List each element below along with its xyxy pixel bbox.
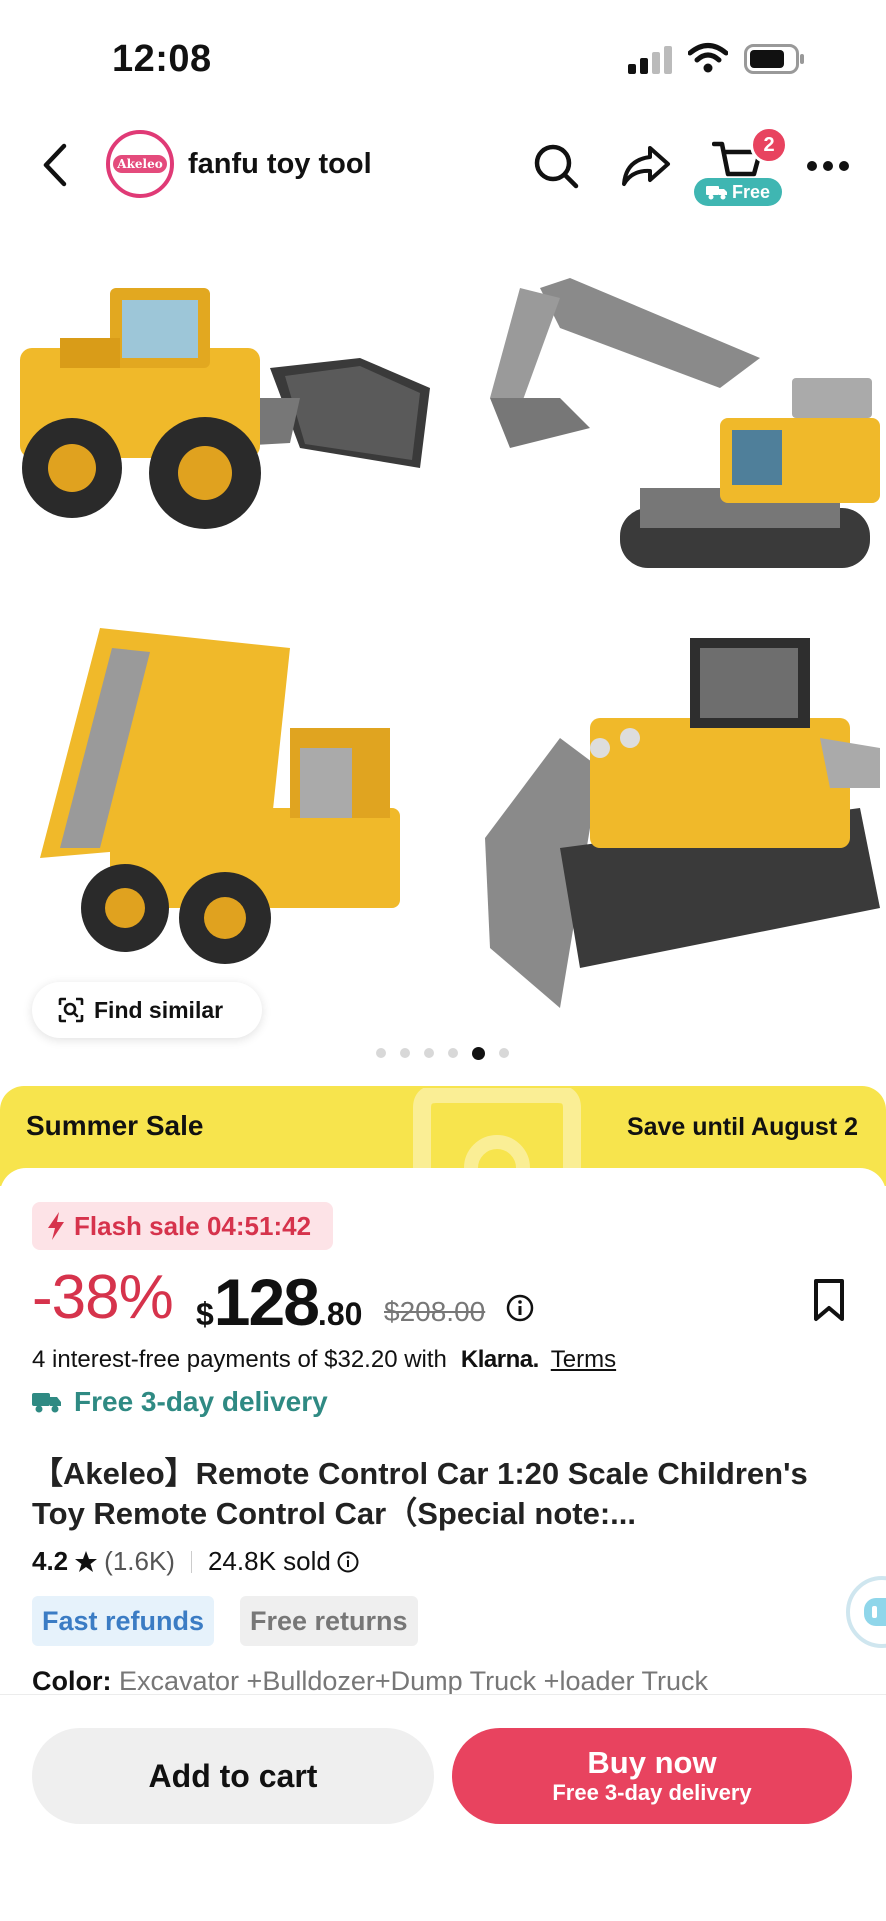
- gallery-dot[interactable]: [400, 1048, 410, 1058]
- rating-score: 4.2: [32, 1546, 69, 1576]
- assistant-bubble-icon[interactable]: [842, 1572, 886, 1652]
- rating-row[interactable]: 4.2 (1.6K) 24.8K sold: [32, 1546, 359, 1577]
- price-main: 128: [213, 1265, 320, 1339]
- price-currency: $: [196, 1296, 214, 1332]
- color-selection[interactable]: Color: Excavator +Bulldozer+Dump Truck +…: [32, 1666, 708, 1697]
- flash-sale-label: Flash sale 04:51:42: [74, 1210, 312, 1241]
- gallery-dot-active[interactable]: [472, 1046, 485, 1060]
- product-image-gallery[interactable]: [0, 248, 886, 1048]
- original-price: $208.00: [384, 1296, 486, 1327]
- buy-now-label: Buy now: [587, 1745, 717, 1780]
- installments-line: 4 interest-free payments of $32.20 with …: [32, 1346, 616, 1374]
- cart-count-badge: 2: [750, 126, 788, 164]
- cellular-signal-icon: [628, 46, 672, 74]
- store-name[interactable]: fanfu toy tool: [188, 148, 372, 181]
- installments-text: 4 interest-free payments of $32.20 with: [32, 1346, 447, 1373]
- free-delivery-label: Free 3-day delivery: [74, 1386, 328, 1417]
- bulldozer-image: [485, 638, 880, 1008]
- free-delivery-line[interactable]: Free 3-day delivery: [32, 1386, 328, 1418]
- store-logo-text: Akeleo: [113, 155, 167, 173]
- back-arrow-icon[interactable]: [40, 142, 70, 188]
- buy-now-button[interactable]: Buy now Free 3-day delivery: [452, 1728, 852, 1824]
- truck-icon: [705, 186, 727, 200]
- divider: [190, 1550, 192, 1573]
- gallery-dot[interactable]: [376, 1048, 386, 1058]
- banner-title: Summer Sale: [26, 1110, 204, 1141]
- klarna-logo: Klarna.: [460, 1346, 539, 1373]
- battery-icon: [744, 44, 804, 74]
- delivery-truck-icon: [32, 1393, 61, 1413]
- find-similar-label: Find similar: [94, 996, 224, 1023]
- find-similar-icon: [58, 997, 84, 1023]
- product-title[interactable]: 【Akeleo】Remote Control Car 1:20 Scale Ch…: [32, 1454, 862, 1534]
- info-icon[interactable]: [506, 1294, 534, 1322]
- gallery-pagination-dots[interactable]: [376, 1046, 509, 1060]
- sold-info-icon[interactable]: [337, 1551, 359, 1573]
- free-returns-tag[interactable]: Free returns: [240, 1596, 418, 1646]
- color-label: Color:: [32, 1666, 112, 1696]
- more-options-icon[interactable]: [806, 160, 850, 172]
- share-icon[interactable]: [620, 142, 672, 190]
- fast-refunds-tag[interactable]: Fast refunds: [32, 1596, 215, 1646]
- cart-free-label: Free: [731, 181, 771, 202]
- flash-sale-badge: Flash sale 04:51:42: [32, 1202, 334, 1250]
- gallery-dot[interactable]: [499, 1048, 509, 1058]
- excavator-image: [490, 278, 880, 568]
- store-avatar[interactable]: Akeleo: [106, 130, 174, 198]
- bookmark-icon[interactable]: [812, 1278, 846, 1322]
- color-value: Excavator +Bulldozer+Dump Truck +loader …: [119, 1666, 709, 1696]
- wifi-icon: [688, 43, 728, 73]
- sold-count: 24.8K sold: [207, 1546, 331, 1576]
- discount-percent: -38%: [32, 1263, 174, 1332]
- current-price: $ 128 .80: [196, 1264, 362, 1340]
- review-count: (1.6K): [104, 1546, 175, 1576]
- status-time: 12:08: [112, 38, 212, 80]
- gallery-dot[interactable]: [424, 1048, 434, 1058]
- star-icon: [75, 1550, 98, 1572]
- add-to-cart-button[interactable]: Add to cart: [32, 1728, 434, 1824]
- wheel-loader-image: [20, 288, 430, 529]
- terms-link[interactable]: Terms: [551, 1346, 616, 1374]
- find-similar-button[interactable]: Find similar: [32, 982, 262, 1038]
- gallery-dot[interactable]: [448, 1048, 458, 1058]
- price-cents: .80: [317, 1296, 363, 1332]
- search-icon[interactable]: [532, 142, 580, 190]
- banner-save-text: Save until August 2: [626, 1113, 858, 1141]
- cart-free-badge: Free: [694, 178, 782, 206]
- buy-now-subtitle: Free 3-day delivery: [552, 1780, 752, 1805]
- dump-truck-image: [40, 628, 400, 964]
- lightning-icon: [48, 1212, 64, 1240]
